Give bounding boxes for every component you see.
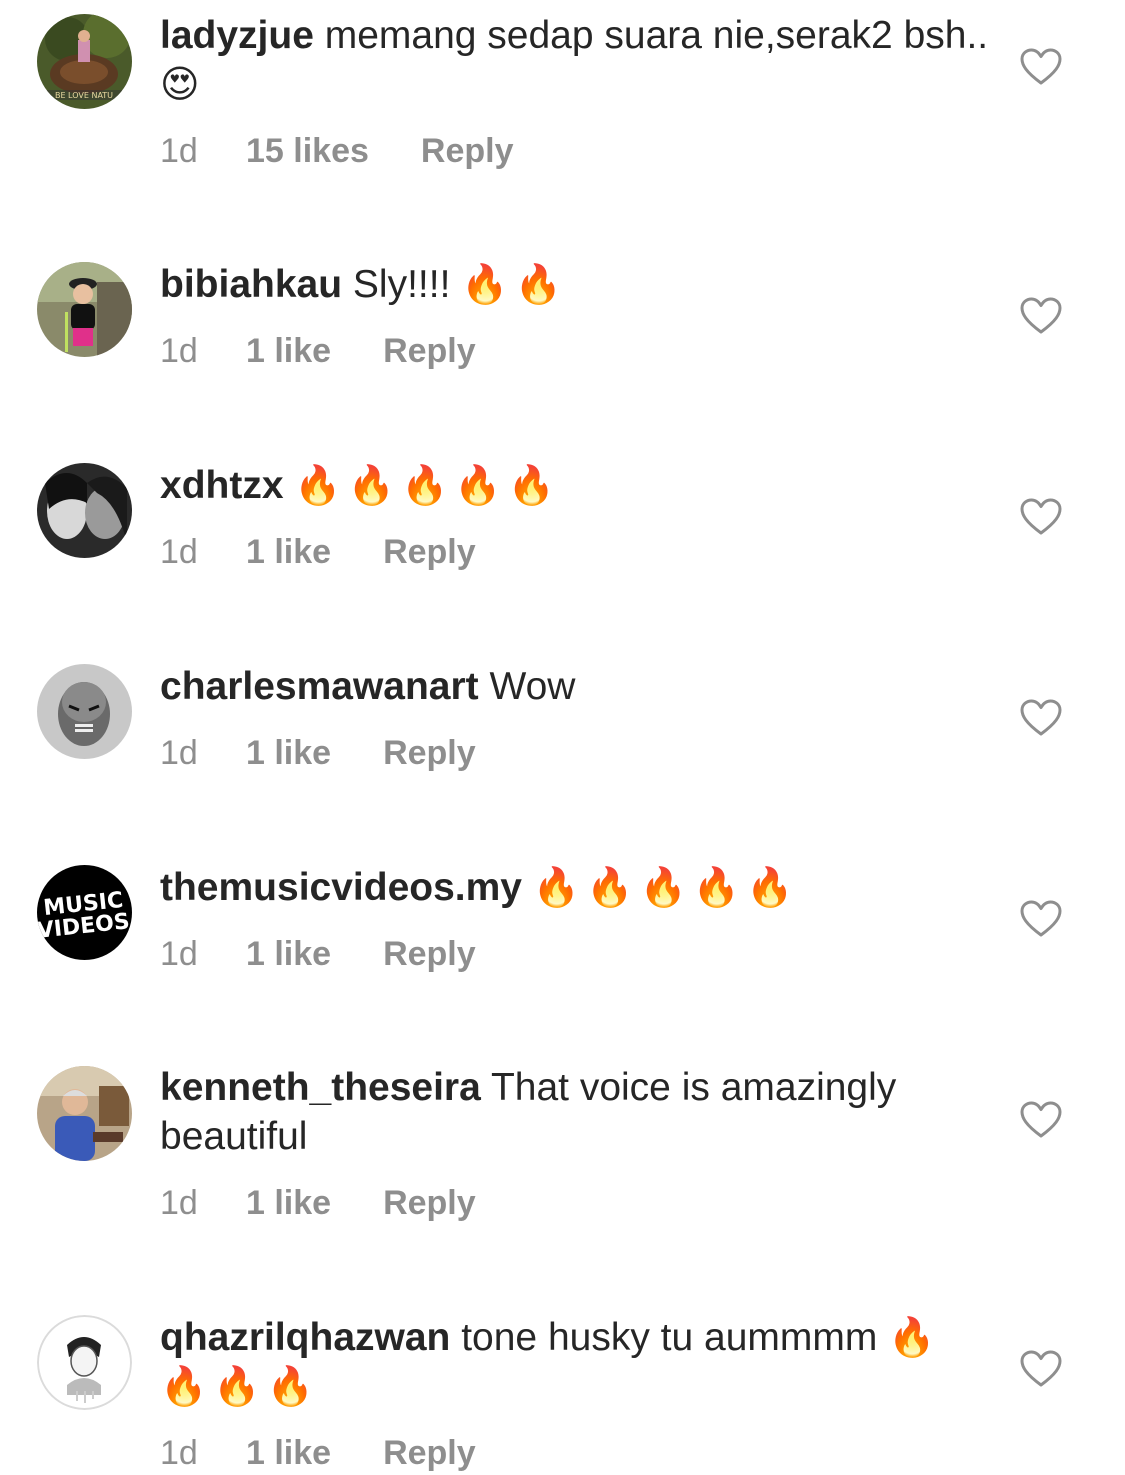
heart-outline-icon <box>1020 48 1062 85</box>
heart-outline-icon <box>1020 1350 1062 1387</box>
username-link[interactable]: ladyzjue <box>160 14 314 57</box>
like-button[interactable] <box>1020 297 1062 335</box>
comment-text: ladyzjue memang sedap suara nie,serak2 b… <box>160 12 990 109</box>
heart-outline-icon <box>1020 900 1062 937</box>
timestamp: 1d <box>160 332 198 370</box>
avatar-photo-nature-icon: BE LOVE NATU <box>37 14 132 109</box>
timestamp: 1d <box>160 935 198 973</box>
like-button[interactable] <box>1020 1101 1062 1139</box>
comment-message: tone husky tu aummmm <box>461 1316 878 1359</box>
timestamp: 1d <box>160 734 198 772</box>
comment-text: kenneth_theseira That voice is amazingly… <box>160 1064 990 1161</box>
comment-meta: 1d 1 like Reply <box>160 530 990 574</box>
comment-meta: 1d 1 like Reply <box>160 329 990 373</box>
reply-button[interactable]: Reply <box>383 329 476 373</box>
timestamp: 1d <box>160 1434 198 1472</box>
avatar-photo-bw-faces-icon <box>37 463 132 558</box>
svg-text:BE LOVE NATU: BE LOVE NATU <box>55 91 113 100</box>
comment-text: bibiahkau Sly!!!! 🔥🔥 <box>160 260 990 309</box>
avatar[interactable] <box>37 1315 132 1410</box>
reply-button[interactable]: Reply <box>383 932 476 976</box>
avatar[interactable] <box>37 463 132 558</box>
emoji: 😍 <box>160 62 206 106</box>
comment-meta: 1d 1 like Reply <box>160 932 990 976</box>
like-button[interactable] <box>1020 900 1062 938</box>
heart-outline-icon <box>1020 699 1062 736</box>
emoji: 🔥🔥🔥🔥🔥 <box>532 865 800 909</box>
comment-message: Sly!!!! <box>352 263 451 306</box>
username-link[interactable]: charlesmawanart <box>160 665 479 708</box>
comment-text: themusicvideos.my 🔥🔥🔥🔥🔥 <box>160 863 990 912</box>
likes-count[interactable]: 1 like <box>246 329 331 373</box>
comment-text: qhazrilqhazwan tone husky tu aummmm 🔥🔥🔥🔥 <box>160 1313 990 1411</box>
timestamp: 1d <box>160 533 198 571</box>
comment-message: memang sedap suara nie,serak2 bsh.. <box>324 14 989 57</box>
avatar-logo-music-videos-icon: MUSIC VIDEOS <box>37 865 132 960</box>
comment-meta: 1d 1 like Reply <box>160 731 990 775</box>
comment-meta: 1d 1 like Reply <box>160 1181 990 1225</box>
reply-button[interactable]: Reply <box>383 731 476 775</box>
avatar[interactable] <box>37 262 132 357</box>
avatar[interactable]: BE LOVE NATU <box>37 14 132 109</box>
comment-meta: 1d 1 like Reply <box>160 1431 990 1475</box>
reply-button[interactable]: Reply <box>383 1181 476 1225</box>
comment-message: Wow <box>489 665 576 708</box>
avatar-photo-man-cafe-icon <box>37 1066 132 1161</box>
likes-count[interactable]: 1 like <box>246 731 331 775</box>
likes-count[interactable]: 1 like <box>246 1181 331 1225</box>
like-button[interactable] <box>1020 699 1062 737</box>
like-button[interactable] <box>1020 48 1062 86</box>
avatar-photo-bw-man-icon <box>37 664 132 759</box>
like-button[interactable] <box>1020 498 1062 536</box>
comment-text: xdhtzx 🔥🔥🔥🔥🔥 <box>160 461 990 510</box>
username-link[interactable]: kenneth_theseira <box>160 1066 481 1109</box>
emoji: 🔥🔥🔥🔥🔥 <box>294 463 561 507</box>
username-link[interactable]: bibiahkau <box>160 263 342 306</box>
timestamp: 1d <box>160 1184 198 1222</box>
comment-meta: 1d 15 likes Reply <box>160 129 990 173</box>
likes-count[interactable]: 1 like <box>246 530 331 574</box>
heart-outline-icon <box>1020 498 1062 535</box>
likes-count[interactable]: 15 likes <box>246 129 369 173</box>
emoji: 🔥🔥 <box>461 262 568 306</box>
comment-text: charlesmawanart Wow <box>160 662 990 711</box>
avatar[interactable]: MUSIC VIDEOS <box>37 865 132 960</box>
likes-count[interactable]: 1 like <box>246 1431 331 1475</box>
heart-outline-icon <box>1020 297 1062 334</box>
avatar-drawing-icon <box>37 1315 132 1410</box>
timestamp: 1d <box>160 132 198 170</box>
username-link[interactable]: themusicvideos.my <box>160 866 522 909</box>
username-link[interactable]: xdhtzx <box>160 464 284 507</box>
avatar-photo-child-icon <box>37 262 132 357</box>
avatar[interactable] <box>37 1066 132 1161</box>
like-button[interactable] <box>1020 1350 1062 1388</box>
avatar[interactable] <box>37 664 132 759</box>
reply-button[interactable]: Reply <box>421 129 514 173</box>
username-link[interactable]: qhazrilqhazwan <box>160 1316 450 1359</box>
likes-count[interactable]: 1 like <box>246 932 331 976</box>
reply-button[interactable]: Reply <box>383 1431 476 1475</box>
reply-button[interactable]: Reply <box>383 530 476 574</box>
heart-outline-icon <box>1020 1101 1062 1138</box>
